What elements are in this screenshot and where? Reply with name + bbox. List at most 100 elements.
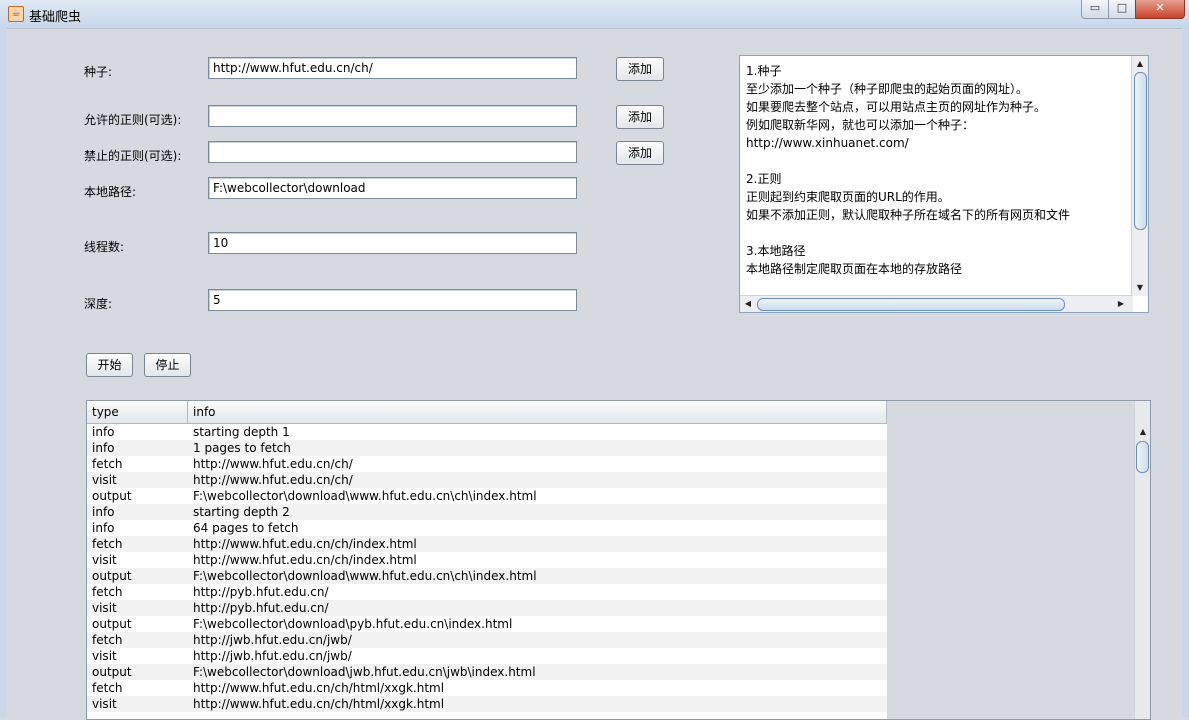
- cell-type: output: [92, 569, 132, 583]
- scroll-up-arrow-icon[interactable]: ▲: [1132, 57, 1148, 71]
- cell-info: http://www.hfut.edu.cn/ch/: [193, 457, 353, 471]
- help-line: 正则起到约束爬取页面的URL的作用。: [746, 190, 950, 204]
- local-path-input[interactable]: F:\webcollector\download: [208, 177, 577, 199]
- cell-info: http://pyb.hfut.edu.cn/: [193, 585, 329, 599]
- table-row[interactable]: visit http://www.hfut.edu.cn/ch/html/xxgk…: [87, 696, 887, 712]
- table-row[interactable]: info starting depth 2: [87, 504, 887, 520]
- log-vertical-scrollbar[interactable]: ▲: [1134, 401, 1150, 719]
- help-vertical-scroll-thumb[interactable]: [1134, 72, 1147, 230]
- cell-type: fetch: [92, 537, 123, 551]
- cell-info: http://www.hfut.edu.cn/ch/html/xxgk.html: [193, 681, 445, 695]
- help-line: 如果不添加正则，默认爬取种子所在域名下的所有网页和文件: [746, 208, 1071, 222]
- table-row[interactable]: fetch http://pyb.hfut.edu.cn/: [87, 584, 887, 600]
- table-row[interactable]: visit http://jwb.hfut.edu.cn/jwb/: [87, 648, 887, 664]
- table-row[interactable]: output F:\webcollector\download\pyb.hfut.…: [87, 616, 887, 632]
- cell-type: output: [92, 617, 132, 631]
- cell-type: fetch: [92, 585, 123, 599]
- threads-input[interactable]: 10: [208, 232, 577, 254]
- table-row[interactable]: fetch http://www.hfut.edu.cn/ch/: [87, 456, 887, 472]
- help-horizontal-scrollbar[interactable]: ◀ ▶: [740, 295, 1133, 312]
- maximize-button[interactable]: □: [1108, 0, 1136, 19]
- table-row[interactable]: visit http://www.hfut.edu.cn/ch/: [87, 472, 887, 488]
- table-row[interactable]: visit http://pyb.hfut.edu.cn/: [87, 600, 887, 616]
- cell-info: 64 pages to fetch: [193, 521, 299, 535]
- add-allow-regex-button[interactable]: 添加: [616, 105, 664, 129]
- cell-type: info: [92, 425, 115, 439]
- window-frame-right: [1182, 28, 1189, 717]
- cell-info: starting depth 2: [193, 505, 290, 519]
- local-path-label: 本地路径:: [84, 185, 137, 199]
- seed-label: 种子:: [84, 65, 113, 79]
- table-row[interactable]: output F:\webcollector\download\jwb.hfut.…: [87, 664, 887, 680]
- cell-type: info: [92, 441, 115, 455]
- table-row[interactable]: fetch http://www.hfut.edu.cn/ch/index.htm…: [87, 536, 887, 552]
- allow-regex-label: 允许的正则(可选):: [84, 113, 182, 127]
- cell-info: 1 pages to fetch: [193, 441, 291, 455]
- table-row[interactable]: output F:\webcollector\download\www.hfut.…: [87, 568, 887, 584]
- allow-regex-input[interactable]: [208, 105, 577, 127]
- log-vertical-scroll-thumb[interactable]: [1136, 441, 1149, 473]
- add-seed-button[interactable]: 添加: [616, 57, 664, 81]
- cell-info: http://www.hfut.edu.cn/ch/index.html: [193, 553, 417, 567]
- cell-type: output: [92, 665, 132, 679]
- cell-type: fetch: [92, 633, 123, 647]
- minimize-button[interactable]: ▭: [1081, 0, 1109, 19]
- scroll-up-arrow-icon[interactable]: ▲: [1135, 425, 1150, 439]
- cell-info: http://jwb.hfut.edu.cn/jwb/: [193, 633, 352, 647]
- table-row[interactable]: fetch http://www.hfut.edu.cn/ch/html/xxgk…: [87, 680, 887, 696]
- help-line: 本地路径制定爬取页面在本地的存放路径: [746, 262, 963, 276]
- cell-type: info: [92, 505, 115, 519]
- window-frame-left: [0, 28, 7, 717]
- close-button[interactable]: ✕: [1135, 0, 1185, 19]
- help-text-panel: 1.种子 至少添加一个种子（种子即爬虫的起始页面的网址）。 如果要爬去整个站点，可以…: [739, 55, 1149, 313]
- cell-type: visit: [92, 601, 117, 615]
- scroll-left-arrow-icon[interactable]: ◀: [740, 297, 756, 311]
- window-title: 基础爬虫: [29, 10, 82, 25]
- cell-info: F:\webcollector\download\www.hfut.edu.cn…: [193, 489, 537, 503]
- cell-info: http://www.hfut.edu.cn/ch/index.html: [193, 537, 417, 551]
- table-row[interactable]: info starting depth 1: [87, 424, 887, 440]
- column-header-type[interactable]: type: [87, 401, 188, 423]
- table-row[interactable]: info 1 pages to fetch: [87, 440, 887, 456]
- log-table: type info info starting depth 1 info 1 page…: [86, 400, 1151, 720]
- threads-label: 线程数:: [84, 240, 125, 254]
- column-header-info[interactable]: info: [188, 401, 887, 423]
- table-row[interactable]: info 64 pages to fetch: [87, 520, 887, 536]
- title-bar: ☕ 基础爬虫 ▭ □ ✕: [0, 0, 1189, 29]
- help-text: 1.种子 至少添加一个种子（种子即爬虫的起始页面的网址）。 如果要爬去整个站点，可以…: [746, 62, 1134, 278]
- table-row[interactable]: output F:\webcollector\download\www.hfut.…: [87, 488, 887, 504]
- cell-info: F:\webcollector\download\www.hfut.edu.cn…: [193, 569, 537, 583]
- help-line: [746, 152, 1134, 170]
- cell-type: visit: [92, 553, 117, 567]
- cell-type: fetch: [92, 681, 123, 695]
- cell-info: starting depth 1: [193, 425, 290, 439]
- depth-label: 深度:: [84, 297, 113, 311]
- help-line: 至少添加一个种子（种子即爬虫的起始页面的网址）。: [746, 82, 1029, 96]
- cell-type: visit: [92, 697, 117, 711]
- cell-info: http://jwb.hfut.edu.cn/jwb/: [193, 649, 352, 663]
- help-line: 例如爬取新华网，就也可以添加一个种子：: [746, 118, 975, 132]
- add-forbid-regex-button[interactable]: 添加: [616, 141, 664, 165]
- cell-info: http://www.hfut.edu.cn/ch/html/xxgk.html: [193, 697, 445, 711]
- cell-type: info: [92, 521, 115, 535]
- seed-input[interactable]: http://www.hfut.edu.cn/ch/: [208, 57, 577, 79]
- log-table-body: info starting depth 1 info 1 pages to fetch…: [87, 424, 887, 719]
- scroll-right-arrow-icon[interactable]: ▶: [1113, 297, 1129, 311]
- help-vertical-scrollbar[interactable]: ▲ ▼: [1131, 56, 1148, 296]
- start-button[interactable]: 开始: [86, 353, 133, 377]
- help-line: 2.正则: [746, 172, 782, 186]
- cell-type: output: [92, 489, 132, 503]
- cell-info: F:\webcollector\download\jwb.hfut.edu.cn…: [193, 665, 536, 679]
- table-row[interactable]: fetch http://jwb.hfut.edu.cn/jwb/: [87, 632, 887, 648]
- cell-info: http://www.hfut.edu.cn/ch/: [193, 473, 353, 487]
- help-horizontal-scroll-thumb[interactable]: [757, 298, 1065, 311]
- table-row[interactable]: visit http://www.hfut.edu.cn/ch/index.htm…: [87, 552, 887, 568]
- help-line: 3.本地路径: [746, 244, 806, 258]
- cell-info: F:\webcollector\download\pyb.hfut.edu.cn…: [193, 617, 513, 631]
- scroll-down-arrow-icon[interactable]: ▼: [1132, 281, 1148, 295]
- java-app-icon: ☕: [8, 6, 24, 22]
- depth-input[interactable]: 5: [208, 289, 577, 311]
- forbid-regex-input[interactable]: [208, 141, 577, 163]
- forbid-regex-label: 禁止的正则(可选):: [84, 149, 182, 163]
- stop-button[interactable]: 停止: [144, 353, 191, 377]
